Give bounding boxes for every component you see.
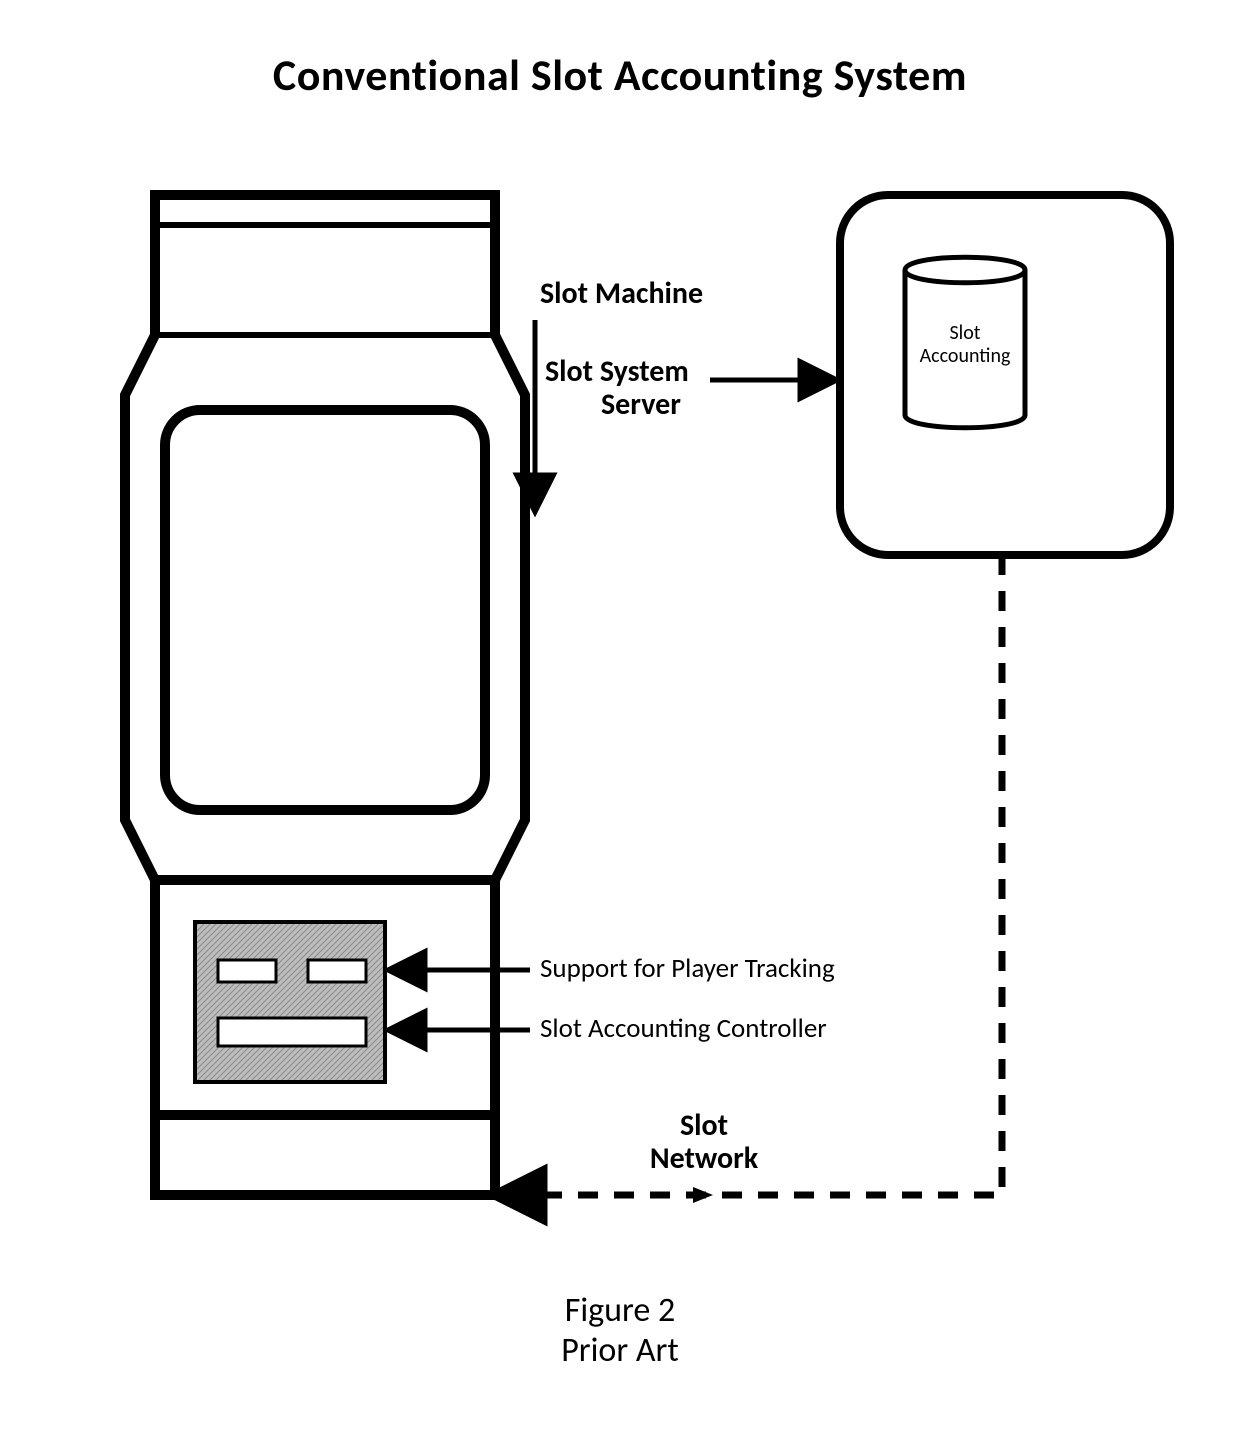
figure-subcaption: Prior Art (0, 1330, 1240, 1371)
player-tracking-label: Support for Player Tracking (540, 952, 835, 985)
slot-system-server-l1: Slot System (545, 355, 689, 388)
accounting-controller-label: Slot Accounting Controller (540, 1012, 827, 1045)
slot-network-connection (495, 555, 1002, 1203)
slot-network-l1: Slot (634, 1110, 774, 1142)
slot-machine-label: Slot Machine (540, 275, 703, 312)
slot-network-l2: Network (634, 1143, 774, 1175)
diagram-svg (0, 0, 1240, 1429)
cylinder-label-l2: Accounting (905, 345, 1025, 368)
server-box (840, 195, 1170, 555)
slot-machine (125, 195, 525, 1195)
cylinder-label-l1: Slot (905, 322, 1025, 345)
figure-caption: Figure 2 (0, 1290, 1240, 1331)
diagram-canvas: Conventional Slot Accounting System (0, 0, 1240, 1429)
slot-system-server-l2: Server (601, 388, 681, 421)
